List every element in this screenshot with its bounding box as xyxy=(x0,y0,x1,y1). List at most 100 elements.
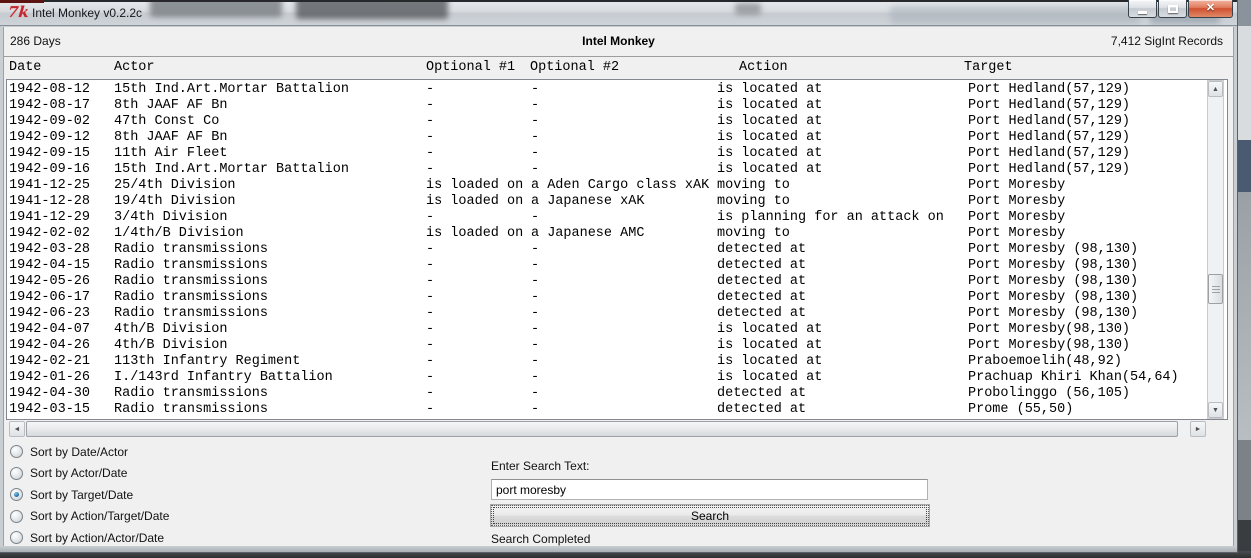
table-row[interactable]: 1942-04-30 Radio transmissions - - detected … xyxy=(7,386,1227,402)
thumb-grip-icon xyxy=(1212,286,1220,287)
table-row[interactable]: 1942-04-26 4th/B Division - - is located at P… xyxy=(7,338,1227,354)
table-cell: Port Moresby (98,130) xyxy=(968,274,1139,289)
table-cell: Port Hedland(57,129) xyxy=(968,130,1131,145)
table-cell: 25/4th Division xyxy=(114,178,236,193)
table-cell: detected at xyxy=(717,402,807,417)
vertical-scrollbar[interactable]: ▲ ▼ xyxy=(1207,80,1224,419)
table-row[interactable]: 1942-09-16 15th Ind.Art.Mortar Battalion -… xyxy=(7,162,1227,178)
table-row[interactable]: 1942-09-15 11th Air Fleet - - is located at P… xyxy=(7,146,1227,162)
minimize-button[interactable] xyxy=(1128,0,1157,18)
close-button[interactable]: ✕ xyxy=(1188,0,1233,18)
table-cell: - xyxy=(531,386,540,401)
sort-option-label: Sort by Action/Target/Date xyxy=(30,509,170,524)
table-cell: - xyxy=(426,370,435,385)
sort-option-label: Sort by Target/Date xyxy=(30,487,134,502)
table-row[interactable]: 1941-12-29 3/4th Division - - is planning fo… xyxy=(7,210,1227,226)
table-cell: Port Moresby xyxy=(968,194,1066,209)
scroll-right-button[interactable]: ► xyxy=(1190,421,1206,437)
table-cell: 1942-02-02 xyxy=(9,226,91,241)
table-row[interactable]: 1942-01-26 I./143rd Infantry Battalion - - i… xyxy=(7,370,1227,386)
vertical-scrollbar-thumb[interactable] xyxy=(1208,274,1223,304)
maximize-button[interactable] xyxy=(1158,0,1187,18)
table-cell: is located at xyxy=(717,82,823,97)
sort-option-target-date[interactable]: Sort by Target/Date xyxy=(10,484,169,506)
table-cell: 4th/B Division xyxy=(114,322,228,337)
sort-option-label: Sort by Actor/Date xyxy=(30,466,128,481)
tk-logo-icon: 7k xyxy=(7,3,30,21)
sort-option-action-target-date[interactable]: Sort by Action/Target/Date xyxy=(10,506,169,528)
client-area: 286 Days Intel Monkey 7,412 SigInt Recor… xyxy=(3,27,1234,546)
background-window-right-edge xyxy=(1237,0,1251,558)
table-cell: 1942-08-12 xyxy=(9,82,91,97)
scroll-up-button[interactable]: ▲ xyxy=(1208,81,1223,97)
table-cell: 1/4th/B Division xyxy=(114,226,244,241)
table-cell: - xyxy=(426,114,435,129)
horizontal-scrollbar[interactable]: ◄ ► xyxy=(9,421,1206,438)
column-header: Action xyxy=(739,60,788,75)
table-row[interactable]: 1942-03-28 Radio transmissions - - detected … xyxy=(7,242,1227,258)
table-cell: 11th Air Fleet xyxy=(114,146,228,161)
table-row[interactable]: 1942-02-02 1/4th/B Division is loaded on a … xyxy=(7,226,1227,242)
search-button[interactable]: Search xyxy=(491,505,929,526)
table-cell: - xyxy=(531,242,540,257)
table-cell: Port Moresby xyxy=(968,210,1066,225)
table-cell: 1942-06-23 xyxy=(9,306,91,321)
table-cell: Port Hedland(57,129) xyxy=(968,98,1131,113)
table-row[interactable]: 1942-08-12 15th Ind.Art.Mortar Battalion -… xyxy=(7,82,1227,98)
radio-button[interactable] xyxy=(10,445,23,459)
search-input[interactable] xyxy=(491,479,928,500)
table-cell: is located at xyxy=(717,322,823,337)
table-cell: 47th Const Co xyxy=(114,114,220,129)
titlebar[interactable]: 7k Intel Monkey v0.2.2c ✕ xyxy=(0,0,1237,26)
sort-option-date-actor[interactable]: Sort by Date/Actor xyxy=(10,441,169,463)
table-cell: moving to xyxy=(717,194,790,209)
table-cell: 1942-06-17 xyxy=(9,290,91,305)
table-row[interactable]: 1942-04-15 Radio transmissions - - detected … xyxy=(7,258,1227,274)
table-cell: - xyxy=(426,258,435,273)
background-browser-tab xyxy=(150,0,282,17)
table-cell: Port Moresby(98,130) xyxy=(968,338,1131,353)
table-column-headers: Date Actor Optional #1 Optional #2 Action Tar… xyxy=(4,60,1233,76)
table-row[interactable]: 1942-08-17 8th JAAF AF Bn - - is located at P… xyxy=(7,98,1227,114)
scroll-down-button[interactable]: ▼ xyxy=(1208,402,1223,418)
sort-option-actor-date[interactable]: Sort by Actor/Date xyxy=(10,463,169,485)
table-row[interactable]: 1942-02-21 113th Infantry Regiment - - is lo… xyxy=(7,354,1227,370)
table-cell: Port Hedland(57,129) xyxy=(968,82,1131,97)
table-cell: Radio transmissions xyxy=(114,402,268,417)
table-row[interactable]: 1942-09-02 47th Const Co - - is located at Po… xyxy=(7,114,1227,130)
table-cell: - xyxy=(531,258,540,273)
background-browser-tab xyxy=(296,0,448,19)
sort-option-label: Sort by Date/Actor xyxy=(30,444,129,459)
intel-monkey-window: 7k Intel Monkey v0.2.2c ✕ 286 Days Intel… xyxy=(0,0,1237,552)
table-row[interactable]: 1941-12-25 25/4th Division is loaded on a A… xyxy=(7,178,1227,194)
table-cell: 1942-03-15 xyxy=(9,402,91,417)
table-row[interactable]: 1942-06-23 Radio transmissions - - detected … xyxy=(7,306,1227,322)
radio-button[interactable] xyxy=(10,509,23,523)
table-cell: a Aden Cargo class xAK xyxy=(531,178,710,193)
table-cell: - xyxy=(531,290,540,305)
table-row[interactable]: 1942-09-12 8th JAAF AF Bn - - is located at P… xyxy=(7,130,1227,146)
table-cell: Port Moresby(98,130) xyxy=(968,322,1131,337)
radio-button[interactable] xyxy=(10,488,23,502)
scroll-left-button[interactable]: ◄ xyxy=(9,421,25,437)
table-cell: - xyxy=(531,274,540,289)
table-cell: detected at xyxy=(717,258,807,273)
scroll-down-icon: ▼ xyxy=(1212,406,1219,414)
table-cell: detected at xyxy=(717,274,807,289)
table-cell: Port Moresby (98,130) xyxy=(968,258,1139,273)
background-fragment xyxy=(1237,440,1251,520)
table-row[interactable]: 1942-03-15 Radio transmissions - - detected … xyxy=(7,402,1227,418)
table-row[interactable]: 1942-04-07 4th/B Division - - is located at P… xyxy=(7,322,1227,338)
radio-button[interactable] xyxy=(10,531,23,545)
table-cell: is planning for an attack on xyxy=(717,210,944,225)
table-row[interactable]: 1941-12-28 19/4th Division is loaded on a J… xyxy=(7,194,1227,210)
table-row[interactable]: 1942-06-17 Radio transmissions - - detected … xyxy=(7,290,1227,306)
search-status: Search Completed xyxy=(491,532,591,546)
table-cell: 1942-09-02 xyxy=(9,114,91,129)
table-cell: Praboemoelih(48,92) xyxy=(968,354,1122,369)
table-cell: is loaded on xyxy=(426,178,524,193)
table-row[interactable]: 1942-05-26 Radio transmissions - - detected … xyxy=(7,274,1227,290)
horizontal-scrollbar-thumb[interactable] xyxy=(26,421,1178,437)
table-cell: is located at xyxy=(717,146,823,161)
radio-button[interactable] xyxy=(10,466,23,480)
